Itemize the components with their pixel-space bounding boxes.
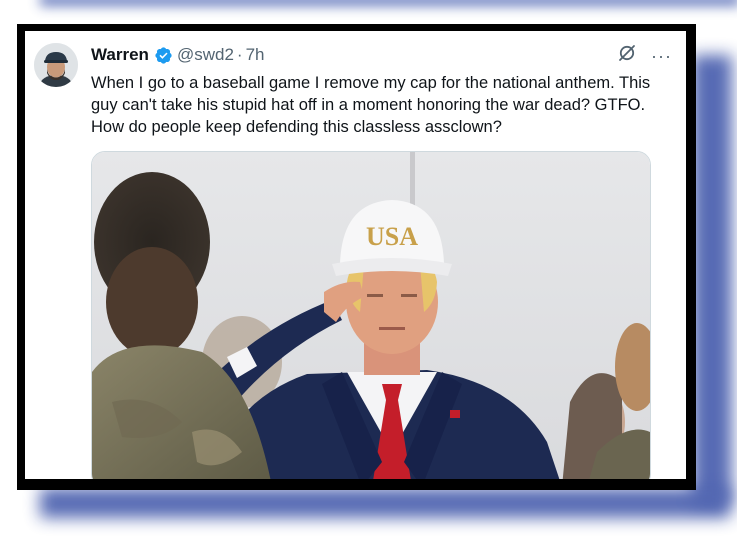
timestamp[interactable]: 7h: [246, 45, 265, 65]
tweet-card[interactable]: Warren @swd2 · 7h ··· When I go to a bas…: [25, 31, 686, 479]
verified-badge-icon: [154, 46, 173, 65]
tweet-text-line: How do people keep defending this classl…: [91, 118, 502, 136]
cap-text: USA: [366, 222, 418, 251]
blue-glow-top: [40, 0, 737, 6]
tweet-actions-top: ···: [617, 43, 672, 68]
tweet-text-line: guy can't take his stupid hat off in a m…: [91, 96, 646, 114]
author-name[interactable]: Warren: [91, 45, 149, 65]
tweet-text-line: When I go to a baseball game I remove my…: [91, 74, 651, 92]
tweet-header: Warren @swd2 · 7h: [91, 44, 265, 66]
tweet-photo[interactable]: USA: [91, 151, 651, 479]
grok-icon[interactable]: [617, 43, 637, 68]
more-options-icon[interactable]: ···: [651, 47, 672, 65]
blue-glow-bottom: [40, 488, 730, 518]
stage: Warren @swd2 · 7h ··· When I go to a bas…: [0, 0, 737, 543]
tweet-text: When I go to a baseball game I remove my…: [91, 72, 676, 138]
author-handle[interactable]: @swd2: [177, 45, 234, 65]
avatar[interactable]: [34, 43, 78, 87]
separator-dot: ·: [236, 45, 243, 64]
blue-glow-right: [692, 55, 732, 505]
